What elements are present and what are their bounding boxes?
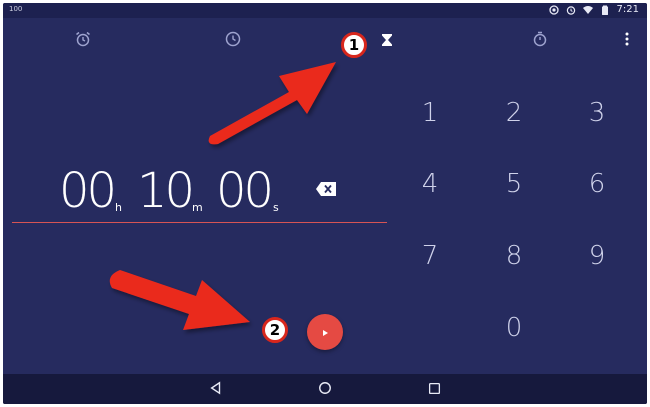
recents-square-icon: [428, 380, 441, 399]
timer-minutes-unit: m: [192, 201, 203, 214]
key-0[interactable]: 0: [484, 298, 544, 358]
keypad: 1 2 3 4 5 6 7 8 9 0: [398, 83, 638, 373]
start-timer-button[interactable]: [307, 314, 343, 350]
do-not-disturb-icon: [548, 4, 559, 15]
annotation-badge-2: 2: [262, 317, 288, 343]
clock-app-screen: 100 7:21 00 h 10 m 00 s 1 2 3 4 5 6 7 8 …: [3, 3, 647, 404]
play-icon: [320, 323, 330, 342]
alarm-status-icon: [566, 5, 576, 15]
key-9[interactable]: 9: [567, 226, 627, 286]
key-2[interactable]: 2: [484, 83, 544, 143]
backspace-button[interactable]: [316, 181, 336, 196]
timer-underline: [12, 222, 387, 223]
status-time: 7:21: [616, 4, 639, 15]
timer-minutes: 10: [137, 163, 195, 219]
timer-seconds-unit: s: [273, 201, 279, 214]
tab-timer[interactable]: [377, 31, 397, 51]
key-1[interactable]: 1: [400, 83, 460, 143]
stopwatch-icon: [531, 30, 549, 52]
battery-icon: [600, 5, 610, 15]
timer-hours: 00: [59, 163, 117, 219]
back-button[interactable]: [208, 380, 224, 399]
tab-alarm[interactable]: [73, 31, 93, 51]
timer-hours-unit: h: [115, 201, 122, 214]
key-5[interactable]: 5: [484, 154, 544, 214]
wifi-icon: [582, 5, 593, 15]
key-3[interactable]: 3: [567, 83, 627, 143]
tab-clock[interactable]: [223, 31, 243, 51]
key-6[interactable]: 6: [567, 154, 627, 214]
clock-icon: [224, 30, 242, 52]
hourglass-icon: [380, 32, 394, 51]
alarm-clock-icon: [74, 30, 92, 52]
tab-bar: [3, 25, 647, 55]
backspace-icon: [316, 181, 336, 200]
back-triangle-icon: [209, 380, 223, 399]
more-options-button[interactable]: [617, 31, 637, 51]
status-left-text: 100: [9, 5, 23, 13]
tab-stopwatch[interactable]: [530, 31, 550, 51]
home-button[interactable]: [317, 381, 333, 397]
status-bar: 100 7:21: [3, 3, 647, 18]
timer-seconds: 00: [216, 163, 274, 219]
more-vert-icon: [618, 30, 636, 52]
key-7[interactable]: 7: [400, 226, 460, 286]
navigation-bar: [3, 374, 647, 404]
recents-button[interactable]: [426, 381, 442, 397]
key-4[interactable]: 4: [400, 154, 460, 214]
key-8[interactable]: 8: [484, 226, 544, 286]
home-circle-icon: [318, 380, 332, 399]
annotation-badge-1: 1: [341, 32, 367, 58]
